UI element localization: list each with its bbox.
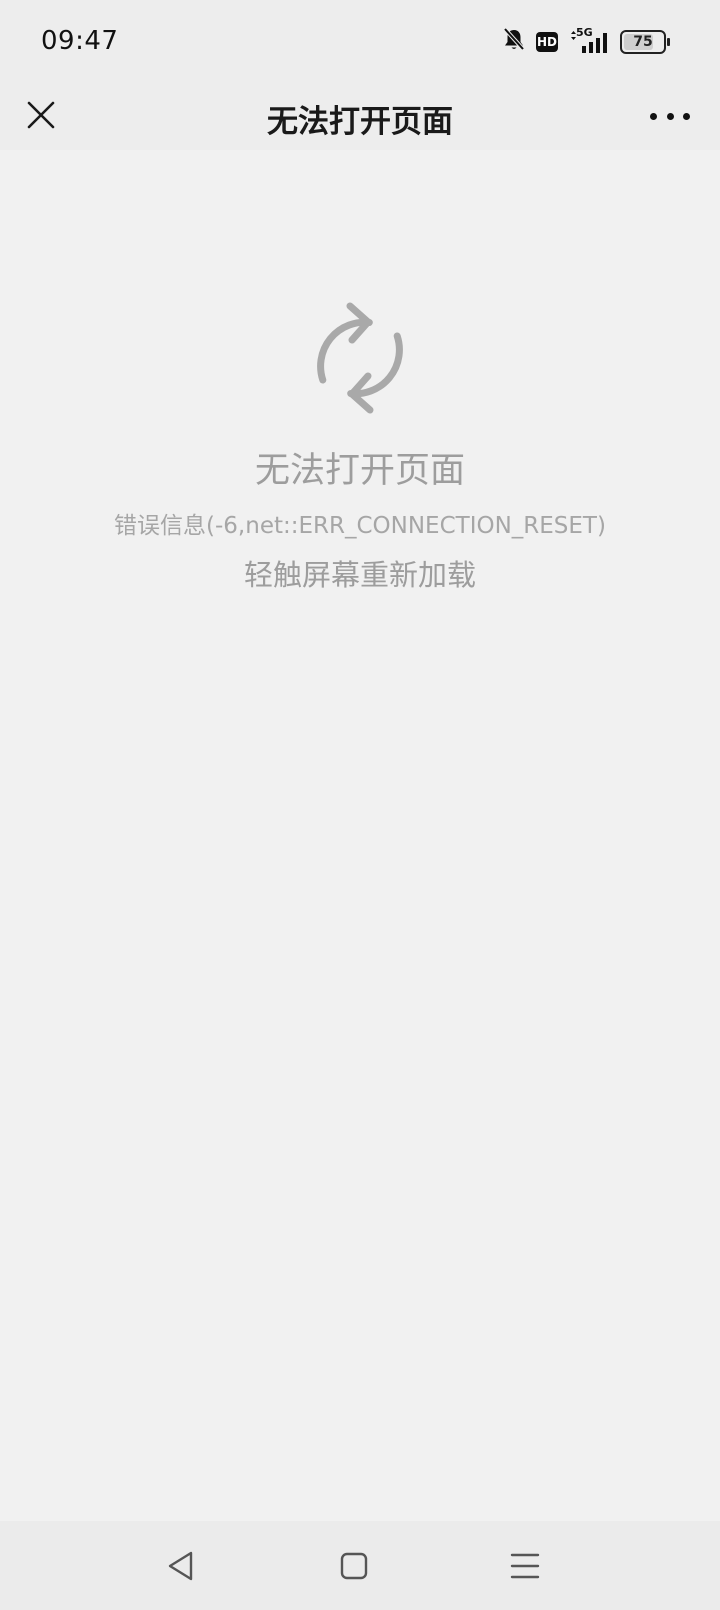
more-icon-dot — [683, 112, 690, 120]
system-nav-bar — [0, 1521, 720, 1610]
error-detail: 错误信息(-6,net::ERR_CONNECTION_RESET) — [114, 513, 606, 539]
home-icon — [340, 1552, 368, 1580]
reload-hint: 轻触屏幕重新加载 — [243, 558, 476, 592]
reload-area[interactable]: 无法打开页面 错误信息(-6,net::ERR_CONNECTION_RESET… — [0, 150, 720, 1520]
status-bar: 09:47 HD 5G 75 — [0, 0, 720, 80]
battery-icon: 75 — [620, 30, 670, 54]
more-button[interactable] — [650, 106, 690, 126]
error-title: 无法打开页面 — [254, 451, 465, 491]
page-title: 无法打开页面 — [267, 104, 453, 140]
battery-tip — [667, 38, 670, 46]
more-icon — [650, 112, 657, 120]
back-icon — [168, 1551, 193, 1581]
nav-bar: 无法打开页面 — [0, 80, 720, 150]
recents-icon — [510, 1553, 540, 1579]
hd-icon: HD — [536, 32, 558, 52]
battery-level: 75 — [633, 34, 653, 50]
back-button[interactable] — [158, 1543, 204, 1589]
refresh-icon — [317, 302, 403, 414]
status-icons: HD 5G 75 — [502, 24, 670, 60]
bell-off-icon — [502, 27, 526, 57]
signal-5g-icon: 5G — [568, 26, 610, 55]
recents-button[interactable] — [502, 1543, 548, 1589]
home-button[interactable] — [331, 1543, 377, 1589]
status-time: 09:47 — [41, 26, 119, 56]
more-icon-dot — [666, 112, 674, 120]
